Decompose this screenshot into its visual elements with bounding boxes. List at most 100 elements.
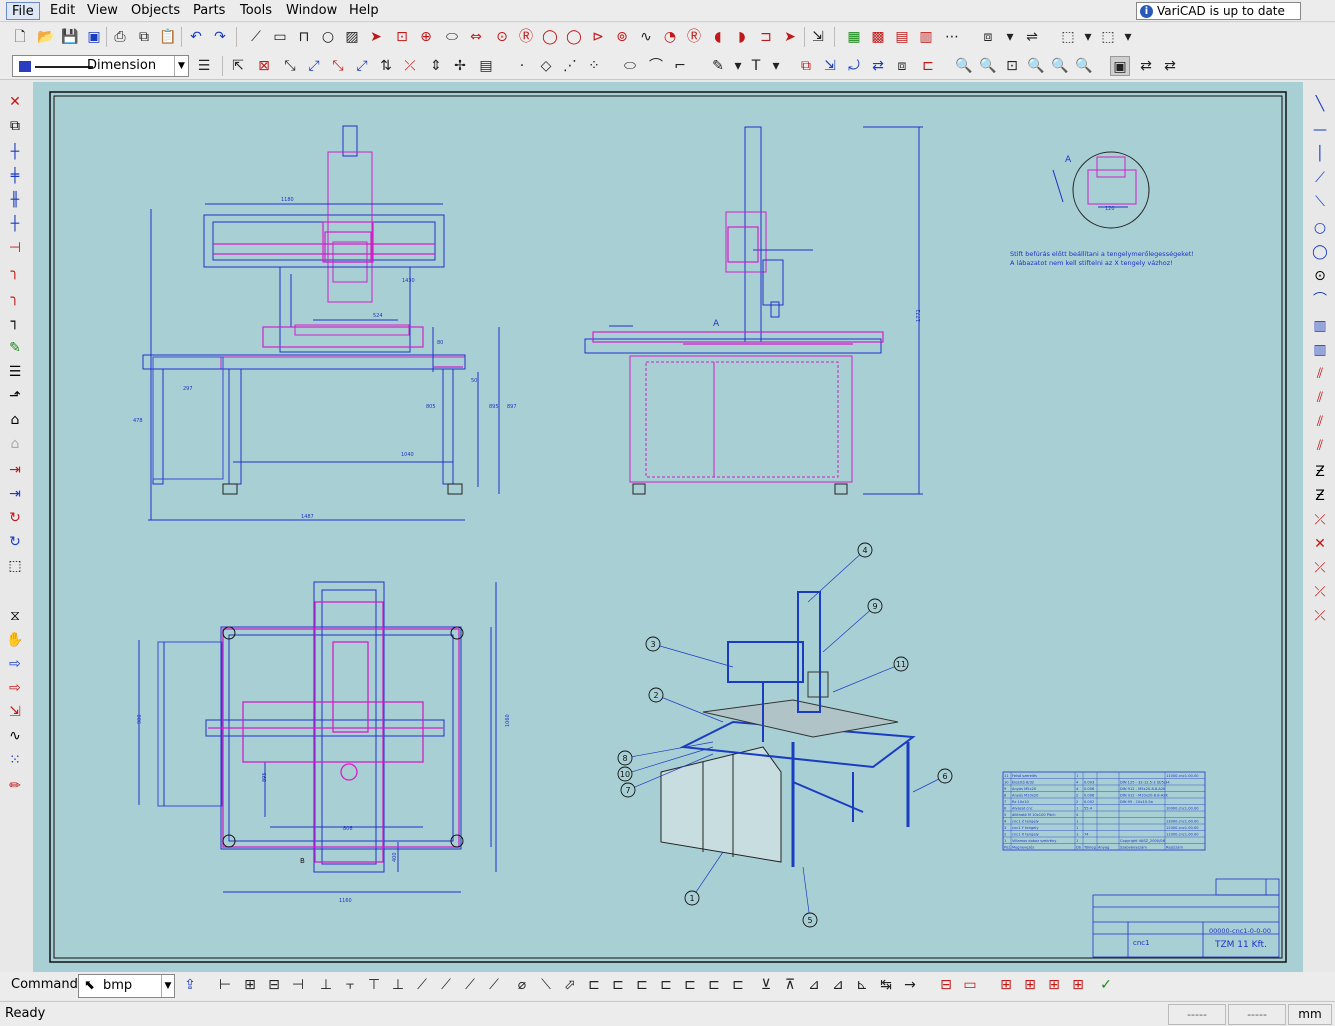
open-file-icon[interactable]: 📂 [36,27,56,47]
dim-ordinate-4-icon[interactable]: ⊏ [656,975,676,995]
scale-tool-icon[interactable]: ⬚ [5,556,25,576]
menu-view[interactable]: View [82,2,123,20]
layers-icon[interactable]: ▥ [916,27,936,47]
arc-tool-icon[interactable]: ⌒ [646,56,666,76]
mirror-tool-icon[interactable]: ⇄ [868,56,888,76]
layers-panel-icon[interactable]: ☰ [194,56,214,76]
export-icon[interactable]: ⇨ [5,654,25,674]
dim-radius-icon[interactable]: ⟍ [536,975,556,995]
break-icon[interactable]: ⤫ [400,56,420,76]
dim-angle-icon[interactable]: ⬀ [560,975,580,995]
transform3-icon[interactable]: ⤡ [328,56,348,76]
dim-horizontal-2-icon[interactable]: ⊞ [240,975,260,995]
dim-ordinate-3-icon[interactable]: ⊏ [632,975,652,995]
fillet-icon[interactable]: ⌐ [670,56,690,76]
drawing-sheet[interactable]: 1180 1430 524 297 1040 1487 478 805 895 … [33,82,1303,972]
hatch-list-icon[interactable]: ☰ [5,362,25,382]
explode-icon[interactable]: ✢ [450,56,470,76]
disp-2d-icon[interactable]: ⬚ [1058,27,1078,47]
dot-line-icon[interactable]: ⋰ [560,56,580,76]
hand-icon[interactable]: ✋ [5,630,25,650]
crosshair-icon[interactable]: ⊕ [416,27,436,47]
new-file-icon[interactable]: 🗋 [10,27,30,47]
dim-ordinate-5-icon[interactable]: ⊏ [680,975,700,995]
snap-del-c-icon[interactable]: ⤫ [1310,558,1330,578]
frame-icon[interactable]: ▭ [960,975,980,995]
menu-edit[interactable]: Edit [45,2,80,20]
transform1-icon[interactable]: ⤡ [280,56,300,76]
check-icon[interactable]: ✓ [1096,975,1116,995]
snap-horizontal-icon[interactable]: — [1310,120,1330,140]
copy-move-icon[interactable]: ⧉ [796,56,816,76]
wave-icon[interactable]: ∿ [5,726,25,746]
dim-horizontal-4-icon[interactable]: ⊣ [288,975,308,995]
block-dropdown-icon[interactable]: ▾ [1000,27,1020,47]
dimension-style-select[interactable]: Dimension ▼ [12,55,189,77]
snap-del-d-icon[interactable]: ⤫ [1310,582,1330,602]
snap-grid-b-icon[interactable]: ▥ [1310,340,1330,360]
import-red-icon[interactable]: ⇨ [5,678,25,698]
tolerance-2-icon[interactable]: ⊿ [828,975,848,995]
text-edit-icon[interactable]: ✎ [708,56,728,76]
dim-ordinate-2-icon[interactable]: ⊏ [608,975,628,995]
extend-icon[interactable]: ╫ [5,190,25,210]
ellipse-icon[interactable]: ⊚ [612,27,632,47]
import-icon[interactable]: ⇲ [808,27,828,47]
arc-arrow-icon[interactable]: ⊳ [588,27,608,47]
copy-icon[interactable]: ⧉ [134,27,154,47]
grid-icon[interactable]: ▦ [844,27,864,47]
circle-tangent-icon[interactable]: ◯ [564,27,584,47]
point-icon[interactable]: · [512,56,532,76]
dim-ordinate-6-icon[interactable]: ⊏ [704,975,724,995]
zoom-in-icon[interactable]: 🔍 [954,56,974,76]
transfer-icon[interactable]: ⇲ [5,702,25,722]
table-4-icon[interactable]: ⊞ [1068,975,1088,995]
zoom-window-icon[interactable]: 🔍 [1026,56,1046,76]
menu-tools[interactable]: Tools [235,2,277,20]
dim-vertical-4-icon[interactable]: ⊥ [388,975,408,995]
table-2-icon[interactable]: ⊞ [1020,975,1040,995]
disp-3d-dropdown-icon[interactable]: ▾ [1118,27,1138,47]
dim-ordinate-7-icon[interactable]: ⊏ [728,975,748,995]
to-2d-icon[interactable]: ⇄ [1136,56,1156,76]
snap-grid-a-icon[interactable]: ▥ [1310,316,1330,336]
menu-objects[interactable]: Objects [126,2,185,20]
menu-file[interactable]: File [6,2,40,20]
dim-aligned-icon[interactable]: ⟋ [412,975,432,995]
snap-grid-icon[interactable]: ⋯ [942,27,962,47]
arc-r2-icon[interactable]: Ⓡ [684,27,704,47]
split-icon[interactable]: ╪ [5,166,25,186]
polyline-icon[interactable]: ⟋ [246,27,266,47]
rectangle-icon[interactable]: ▭ [270,27,290,47]
move-blue-icon[interactable]: ⇥ [5,484,25,504]
shape-icon[interactable]: ⊓ [294,27,314,47]
table-icon[interactable]: ⊞ [996,975,1016,995]
transform5-icon[interactable]: ⇅ [376,56,396,76]
paste-icon[interactable]: 📋 [158,27,178,47]
zoom-out-icon[interactable]: 🔍 [978,56,998,76]
brush-icon[interactable]: ✏ [5,776,25,796]
move-red-icon[interactable]: ⇥ [5,460,25,480]
rotate-red-icon[interactable]: ↻ [5,508,25,528]
mirror-icon[interactable]: ⇔ [466,27,486,47]
intersect-icon[interactable]: ┼ [5,142,25,162]
arc-icon[interactable]: ◗ [732,27,752,47]
command-run-icon[interactable]: ⇪ [180,975,200,995]
zoom-all-icon[interactable]: ⊡ [1002,56,1022,76]
chevron-down-icon[interactable]: ▼ [174,56,188,76]
fillet-tool-icon[interactable]: ╮ [5,262,25,282]
dim-vertical-icon[interactable]: ⊥ [316,975,336,995]
dim-horizontal-icon[interactable]: ⊢ [215,975,235,995]
snap-circle-tangent-icon[interactable]: ◯ [1310,242,1330,262]
snap-angle-icon[interactable]: ⟋ [1310,168,1330,188]
rotate-blue-icon[interactable]: ↻ [5,532,25,552]
delete-icon[interactable]: ✕ [5,92,25,112]
balloon-icon[interactable]: ⊟ [936,975,956,995]
stretch-icon[interactable]: ⇕ [426,56,446,76]
block-icon[interactable]: ⧈ [978,27,998,47]
round-icon[interactable]: ╮ [5,288,25,308]
trim-icon[interactable]: ⊏ [918,56,938,76]
snap-z-icon[interactable]: Ƶ [1310,462,1330,482]
save-all-icon[interactable]: ▣ [84,27,104,47]
hatch-icon[interactable]: ▨ [342,27,362,47]
